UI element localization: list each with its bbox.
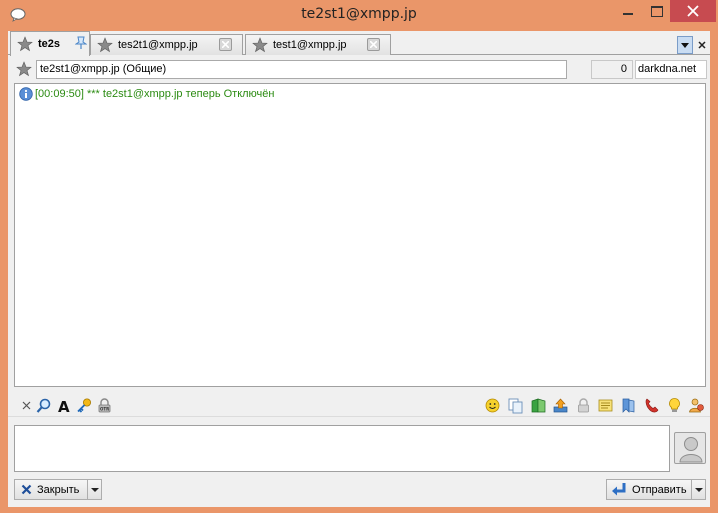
tab-tes2t1[interactable]: tes2t1@xmpp.jp bbox=[90, 34, 243, 55]
star-icon bbox=[252, 37, 268, 53]
contacts-icon[interactable] bbox=[688, 397, 705, 414]
tab-close-button[interactable] bbox=[219, 38, 232, 51]
close-icon bbox=[370, 41, 377, 48]
title-bar: te2st1@xmpp.jp bbox=[0, 0, 718, 31]
cross-small-icon[interactable] bbox=[18, 397, 35, 414]
toolbar-divider bbox=[8, 416, 710, 417]
font-icon[interactable]: A bbox=[56, 397, 73, 414]
search-contact-icon[interactable] bbox=[36, 397, 53, 414]
svg-text:A: A bbox=[58, 398, 70, 414]
chat-toolbar: A OTR bbox=[14, 393, 706, 417]
close-tab-button[interactable] bbox=[696, 37, 708, 51]
lightbulb-icon[interactable] bbox=[666, 397, 683, 414]
close-icon bbox=[21, 484, 32, 495]
chat-log[interactable]: [00:09:50] *** te2st1@xmpp.jp теперь Отк… bbox=[14, 83, 706, 387]
send-arrow-icon bbox=[612, 483, 626, 496]
window-close-button[interactable] bbox=[670, 0, 716, 22]
otr-lock-icon[interactable]: OTR bbox=[96, 397, 113, 414]
smiley-icon[interactable] bbox=[484, 397, 501, 414]
close-icon bbox=[222, 41, 229, 48]
close-icon bbox=[698, 41, 706, 49]
tab-strip: te2s tes2t1@xmpp.jp test1@xmpp.jp bbox=[8, 31, 710, 56]
info-icon bbox=[19, 87, 33, 101]
notepad-icon[interactable] bbox=[597, 397, 614, 414]
message-input[interactable] bbox=[14, 425, 670, 472]
tab-close-button[interactable] bbox=[367, 38, 380, 51]
close-button-label: Закрыть bbox=[37, 483, 80, 496]
maximize-button[interactable] bbox=[641, 0, 671, 22]
close-chat-button[interactable]: Закрыть bbox=[14, 479, 102, 500]
window-title: te2st1@xmpp.jp bbox=[301, 6, 417, 22]
tab-te2s[interactable]: te2s bbox=[10, 31, 90, 56]
star-icon bbox=[97, 37, 113, 53]
svg-text:OTR: OTR bbox=[100, 407, 109, 412]
star-icon bbox=[17, 36, 33, 52]
nickname-field[interactable]: darkdna.net bbox=[635, 60, 707, 79]
avatar[interactable] bbox=[674, 432, 706, 464]
tab-test1[interactable]: test1@xmpp.jp bbox=[245, 34, 391, 55]
minimize-button[interactable] bbox=[612, 0, 642, 22]
message-text: [00:09:50] *** te2st1@xmpp.jp теперь Отк… bbox=[35, 88, 275, 100]
tab-label: tes2t1@xmpp.jp bbox=[118, 39, 198, 51]
tab-list-dropdown[interactable] bbox=[677, 36, 693, 54]
contact-address-field[interactable]: te2st1@xmpp.jp (Общие) bbox=[36, 60, 567, 79]
close-options-dropdown[interactable] bbox=[87, 480, 101, 499]
message-counter: 0 bbox=[591, 60, 633, 79]
chat-window: te2s tes2t1@xmpp.jp test1@xmpp.jp te2st1… bbox=[8, 31, 710, 507]
close-icon bbox=[687, 5, 699, 17]
avatar-icon bbox=[679, 437, 703, 463]
star-icon[interactable] bbox=[16, 61, 32, 77]
send-options-dropdown[interactable] bbox=[691, 480, 705, 499]
upload-icon[interactable] bbox=[552, 397, 569, 414]
send-button-label: Отправить bbox=[632, 483, 687, 496]
bookmark-icon[interactable] bbox=[620, 397, 637, 414]
send-button[interactable]: Отправить bbox=[606, 479, 706, 500]
phone-icon[interactable] bbox=[643, 397, 660, 414]
tab-label: te2s bbox=[38, 38, 61, 50]
lock-icon[interactable] bbox=[575, 397, 592, 414]
tab-label: test1@xmpp.jp bbox=[273, 39, 347, 51]
chat-message: [00:09:50] *** te2st1@xmpp.jp теперь Отк… bbox=[19, 87, 274, 101]
copy-pages-icon[interactable] bbox=[507, 397, 524, 414]
book-icon[interactable] bbox=[530, 397, 547, 414]
pin-icon[interactable] bbox=[75, 36, 87, 50]
key-icon[interactable] bbox=[76, 397, 93, 414]
